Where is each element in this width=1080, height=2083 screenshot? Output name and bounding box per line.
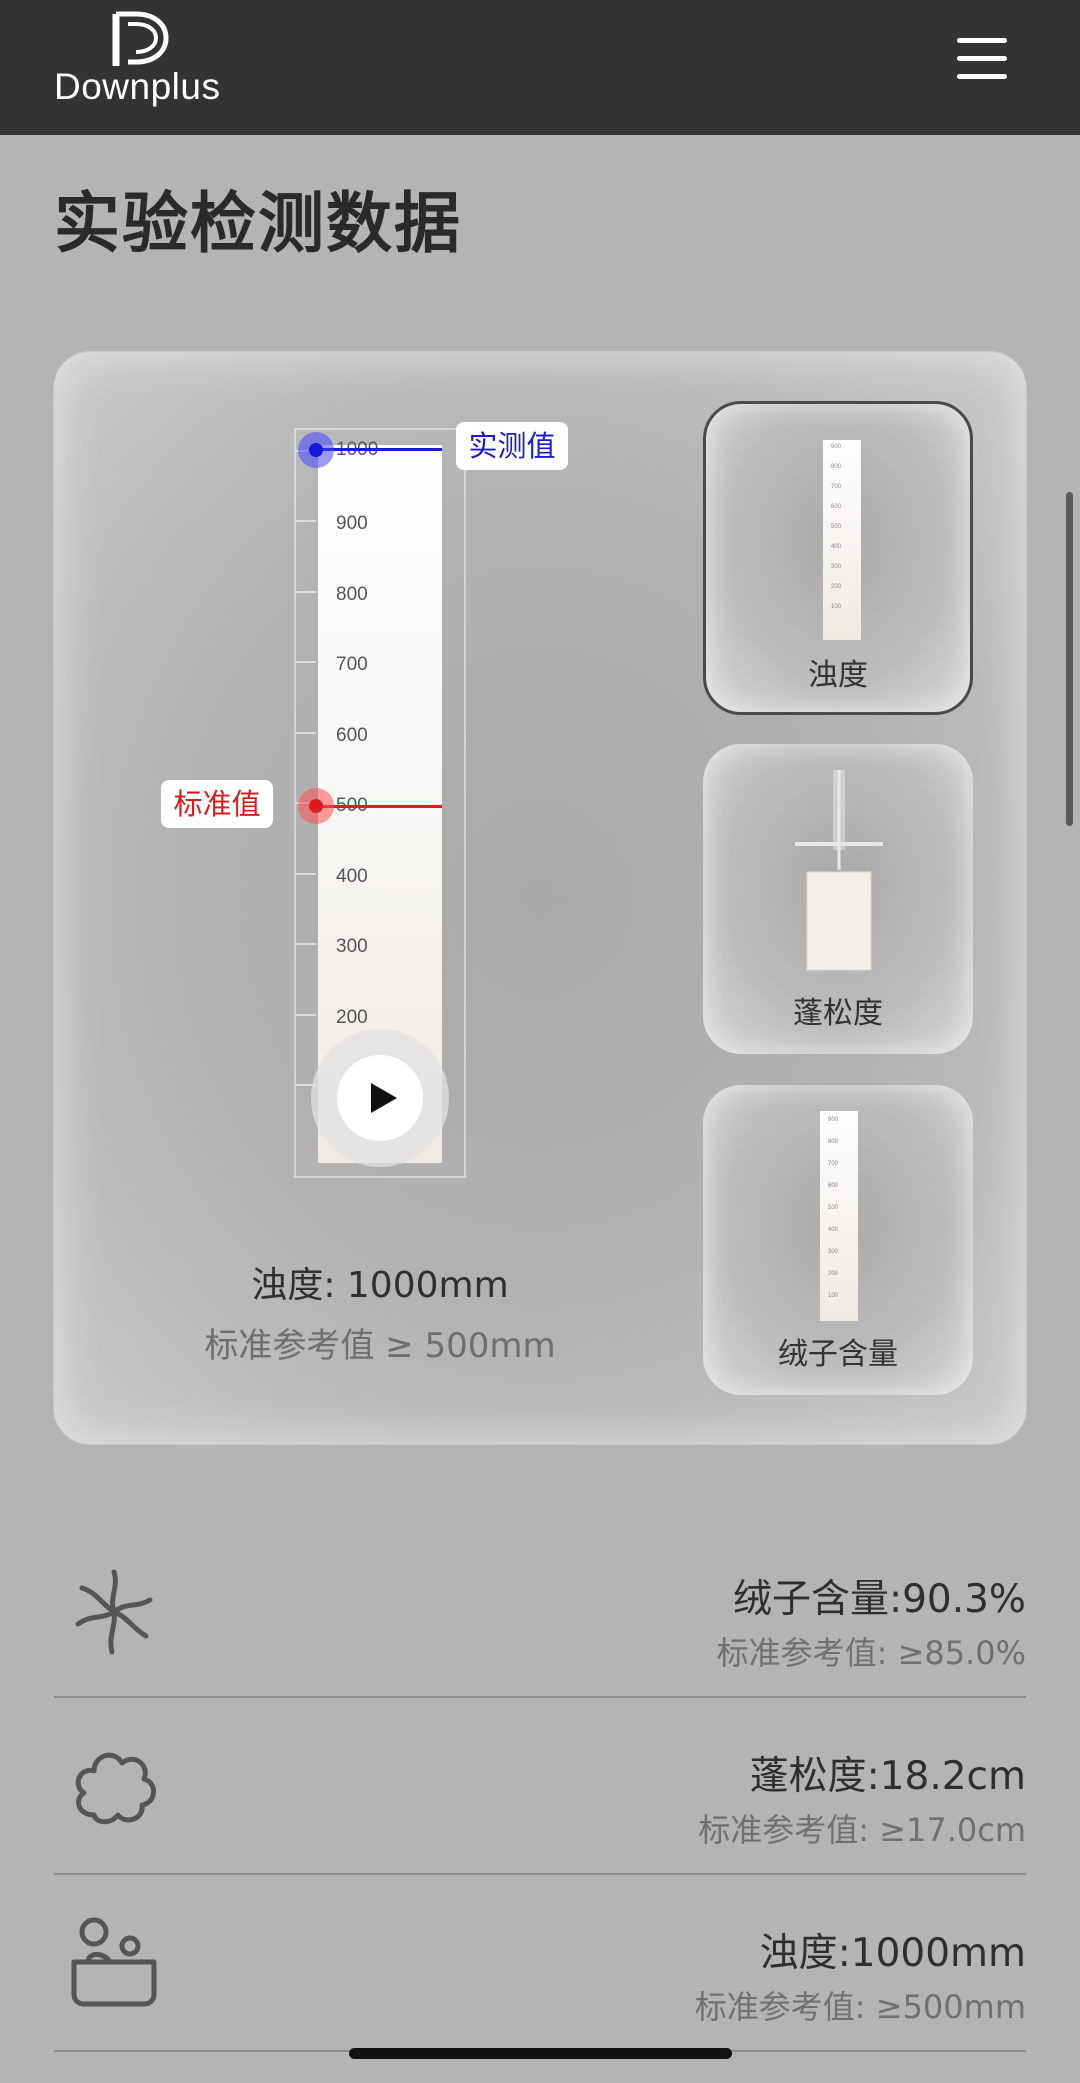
- ruler-tick-label: 200: [336, 1007, 368, 1028]
- app-header: Downplus: [0, 0, 1080, 135]
- stat-value: 蓬松度:18.2cm: [749, 1754, 1026, 1799]
- ruler-tick-label: 300: [336, 936, 368, 957]
- down-cluster-icon: [75, 1569, 153, 1655]
- scrollbar[interactable]: [1066, 492, 1073, 826]
- stat-value: 绒子含量:90.3%: [732, 1577, 1026, 1622]
- ruler-tick-label: 400: [336, 866, 368, 887]
- ruler-tick-mark: [296, 1014, 316, 1016]
- stat-row-down-content: 绒子含量:90.3% 标准参考值: ≥85.0%: [54, 1520, 1026, 1698]
- brand-name: Downplus: [54, 66, 221, 107]
- ruler-tick-label: 900: [336, 513, 368, 534]
- standard-value-line: [318, 805, 442, 808]
- person-bath-icon: [71, 1917, 157, 2007]
- ruler-tick-mark: [296, 873, 316, 875]
- downplus-logo-icon: [112, 11, 169, 66]
- ruler-tick-label: 700: [336, 654, 368, 675]
- thumb-loft[interactable]: 蓬松度: [703, 744, 973, 1054]
- measured-value-line: [318, 448, 442, 451]
- ruler-tick-label: 600: [336, 725, 368, 746]
- stat-row-turbidity: 浊度:1000mm 标准参考值: ≥500mm: [54, 1874, 1026, 2052]
- ruler-tick-mark: [296, 732, 316, 734]
- thumb-down-content[interactable]: 900 800 700 600 500 400 300 200 100 绒子含量: [703, 1085, 973, 1395]
- ruler-tick-mark: [296, 661, 316, 663]
- standard-value-marker[interactable]: [298, 788, 334, 824]
- play-icon: [337, 1055, 423, 1141]
- stat-reference: 标准参考值: ≥500mm: [694, 1988, 1026, 2026]
- cloud-icon: [75, 1752, 156, 1825]
- page-title: 实验检测数据: [54, 185, 462, 262]
- stat-value: 浊度:1000mm: [759, 1931, 1026, 1976]
- measured-value-tag: 实测值: [456, 422, 568, 470]
- measured-value-marker[interactable]: [298, 432, 334, 468]
- thumb-turbidity[interactable]: 900 800 700 600 500 400 300 200 100 浊度: [703, 401, 973, 715]
- ruler-tick-mark: [296, 520, 316, 522]
- stat-reference: 标准参考值: ≥17.0cm: [698, 1811, 1026, 1849]
- ruler-tick-mark: [296, 943, 316, 945]
- turbidity-tube-icon: 900 800 700 600 500 400 300 200 100: [823, 440, 861, 640]
- play-button[interactable]: [311, 1029, 449, 1167]
- thumb-turbidity-label: 浊度: [808, 658, 868, 693]
- reference-reading: 标准参考值 ≥ 500mm: [204, 1326, 556, 1366]
- loft-cylinder-icon: [795, 770, 883, 971]
- down-content-tube-icon: 900 800 700 600 500 400 300 200 100: [820, 1111, 858, 1321]
- menu-button[interactable]: [955, 34, 1011, 84]
- current-reading: 浊度: 1000mm: [251, 1265, 509, 1306]
- stat-row-loft: 蓬松度:18.2cm 标准参考值: ≥17.0cm: [54, 1697, 1026, 1875]
- home-indicator[interactable]: [349, 2048, 732, 2059]
- thumb-loft-label: 蓬松度: [793, 996, 883, 1031]
- ruler-tick-label: 800: [336, 584, 368, 605]
- ruler-tick-mark: [296, 591, 316, 593]
- standard-value-tag: 标准值: [161, 780, 273, 828]
- stat-reference: 标准参考值: ≥85.0%: [716, 1634, 1026, 1672]
- thumb-down-content-label: 绒子含量: [778, 1337, 898, 1372]
